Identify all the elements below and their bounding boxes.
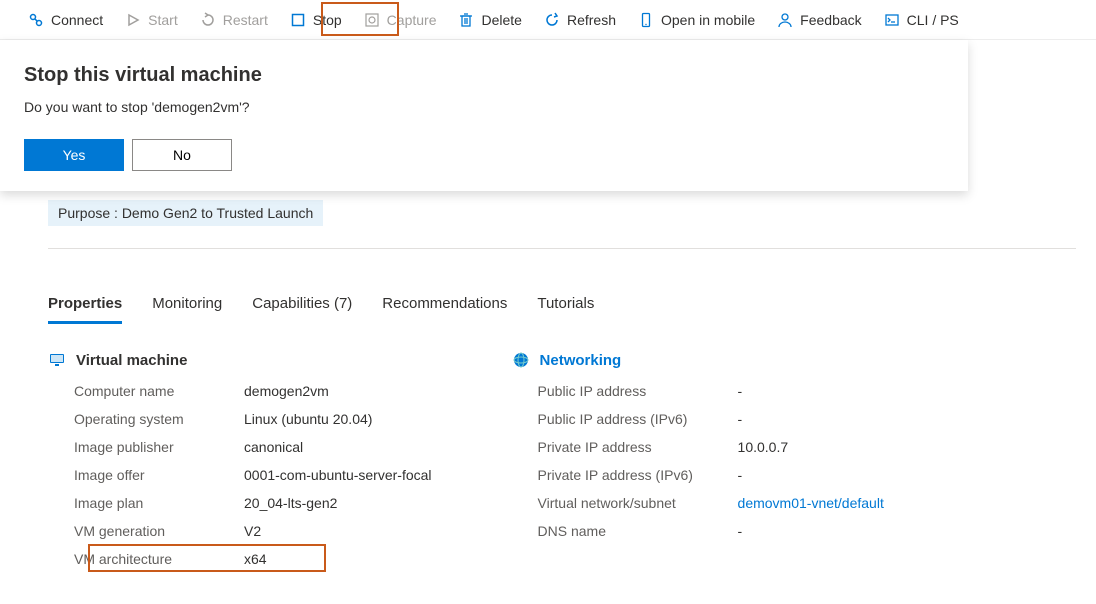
confirm-stop-dialog: Stop this virtual machine Do you want to… <box>0 40 968 191</box>
connect-label: Connect <box>51 12 103 28</box>
trash-icon <box>458 12 474 28</box>
vm-section: Virtual machine Computer namedemogen2vm … <box>48 351 432 579</box>
divider <box>48 248 1076 249</box>
person-icon <box>777 12 793 28</box>
restart-button[interactable]: Restart <box>190 8 278 32</box>
detail-tabs: Properties Monitoring Capabilities (7) R… <box>48 289 1076 323</box>
vnet-link[interactable]: demovm01-vnet/default <box>738 495 884 511</box>
row-vm-generation: VM generationV2 <box>74 523 432 539</box>
restart-label: Restart <box>223 12 268 28</box>
capture-icon <box>364 12 380 28</box>
cli-ps-label: CLI / PS <box>907 12 959 28</box>
yes-button[interactable]: Yes <box>24 139 124 171</box>
row-vnet-subnet: Virtual network/subnetdemovm01-vnet/defa… <box>538 495 884 511</box>
tab-properties[interactable]: Properties <box>48 289 122 322</box>
row-private-ip: Private IP address10.0.0.7 <box>538 439 884 455</box>
net-header-label: Networking <box>540 352 622 369</box>
stop-button[interactable]: Stop <box>280 8 352 32</box>
terminal-icon <box>884 12 900 28</box>
refresh-label: Refresh <box>567 12 616 28</box>
capture-label: Capture <box>387 12 437 28</box>
delete-label: Delete <box>481 12 521 28</box>
vm-section-header: Virtual machine <box>48 351 432 369</box>
refresh-icon <box>544 12 560 28</box>
start-label: Start <box>148 12 178 28</box>
dialog-message: Do you want to stop 'demogen2vm'? <box>24 99 944 115</box>
properties-pane: Virtual machine Computer namedemogen2vm … <box>48 351 1076 579</box>
vm-header-label: Virtual machine <box>76 352 187 369</box>
row-publisher: Image publishercanonical <box>74 439 432 455</box>
delete-button[interactable]: Delete <box>448 8 531 32</box>
row-vm-architecture: VM architecturex64 <box>74 551 432 567</box>
mobile-icon <box>638 12 654 28</box>
stop-label: Stop <box>313 12 342 28</box>
row-dns: DNS name- <box>538 523 884 539</box>
globe-icon <box>512 351 530 369</box>
row-plan: Image plan20_04-lts-gen2 <box>74 495 432 511</box>
play-icon <box>125 12 141 28</box>
row-os: Operating systemLinux (ubuntu 20.04) <box>74 411 432 427</box>
start-button[interactable]: Start <box>115 8 188 32</box>
no-button[interactable]: No <box>132 139 232 171</box>
purpose-tag: Purpose : Demo Gen2 to Trusted Launch <box>48 200 323 226</box>
stop-icon <box>290 12 306 28</box>
row-public-ip-v6: Public IP address (IPv6)- <box>538 411 884 427</box>
command-bar: Connect Start Restart Stop Capture Delet… <box>0 0 1096 40</box>
connect-icon <box>28 12 44 28</box>
open-mobile-button[interactable]: Open in mobile <box>628 8 765 32</box>
capture-button[interactable]: Capture <box>354 8 447 32</box>
cli-ps-button[interactable]: CLI / PS <box>874 8 969 32</box>
row-public-ip: Public IP address- <box>538 383 884 399</box>
tab-tutorials[interactable]: Tutorials <box>537 289 594 322</box>
tab-capabilities[interactable]: Capabilities (7) <box>252 289 352 322</box>
net-section-header: Networking <box>512 351 884 369</box>
dialog-actions: Yes No <box>24 139 944 171</box>
connect-button[interactable]: Connect <box>18 8 113 32</box>
row-offer: Image offer0001-com-ubuntu-server-focal <box>74 467 432 483</box>
dialog-title: Stop this virtual machine <box>24 64 944 87</box>
feedback-button[interactable]: Feedback <box>767 8 871 32</box>
open-mobile-label: Open in mobile <box>661 12 755 28</box>
restart-icon <box>200 12 216 28</box>
tab-monitoring[interactable]: Monitoring <box>152 289 222 322</box>
monitor-icon <box>48 351 66 369</box>
tab-recommendations[interactable]: Recommendations <box>382 289 507 322</box>
row-private-ip-v6: Private IP address (IPv6)- <box>538 467 884 483</box>
feedback-label: Feedback <box>800 12 861 28</box>
networking-section: Networking Public IP address- Public IP … <box>512 351 884 579</box>
row-computer-name: Computer namedemogen2vm <box>74 383 432 399</box>
refresh-button[interactable]: Refresh <box>534 8 626 32</box>
